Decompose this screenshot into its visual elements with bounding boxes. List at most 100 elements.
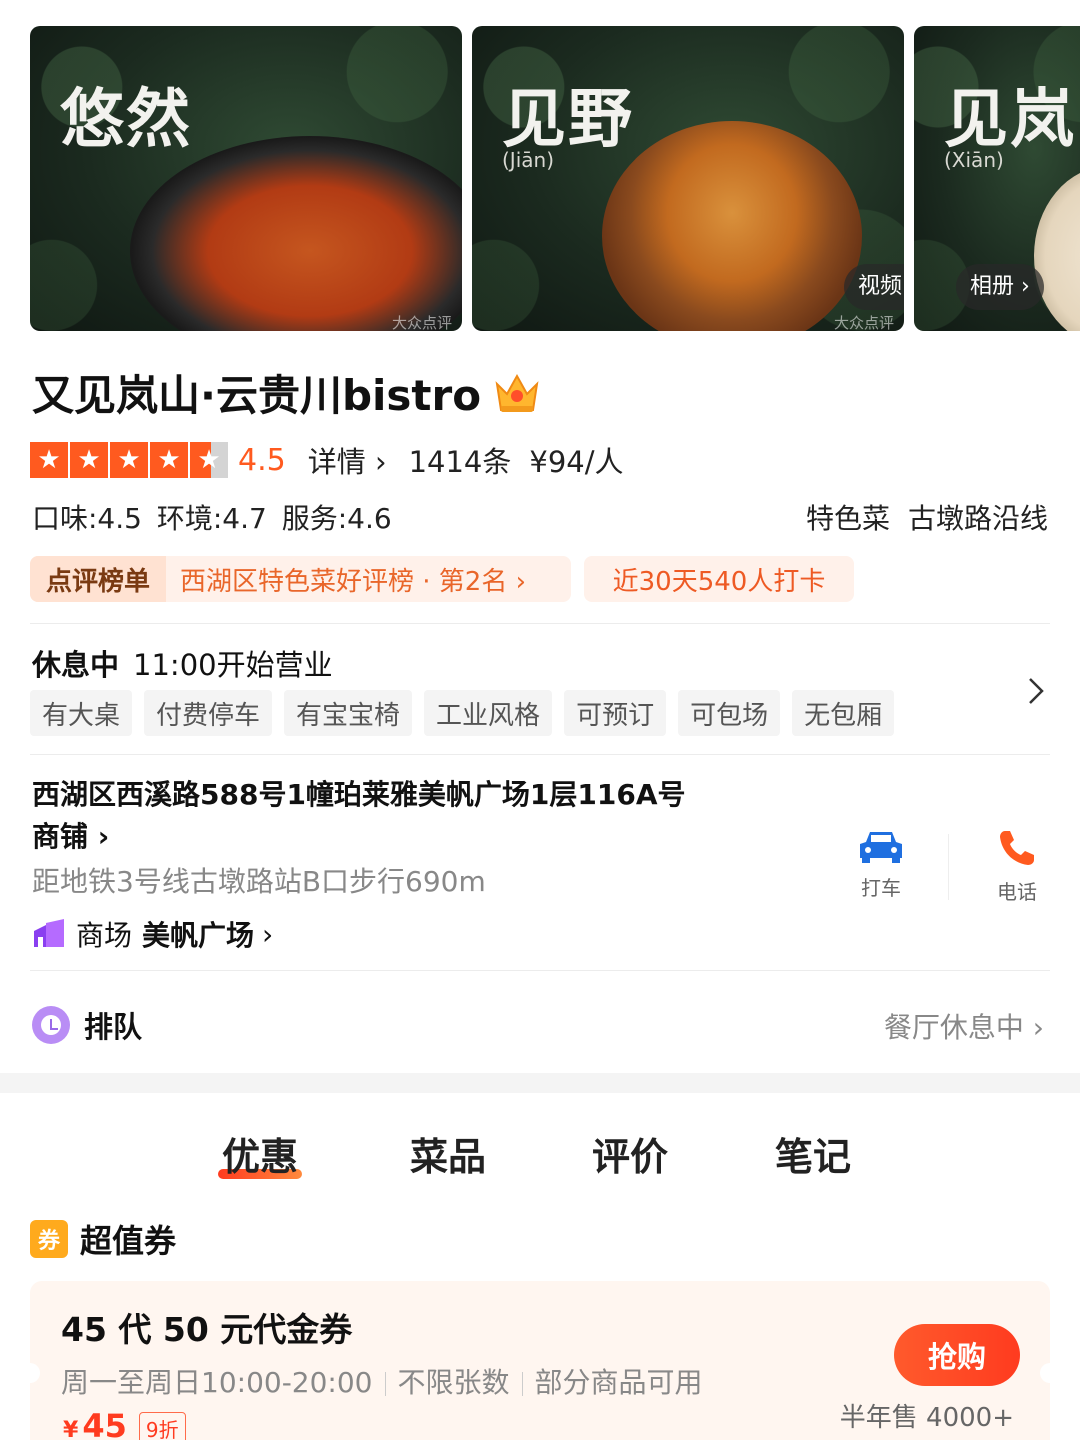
photo-watermark: 大众点评 bbox=[391, 314, 452, 331]
facility-tag: 付费停车 bbox=[144, 690, 273, 736]
queue-status-text: 餐厅休息中 bbox=[883, 1011, 1024, 1044]
currency-symbol: ¥ bbox=[63, 1418, 79, 1440]
coupon-meta: 周一至周日10:00-20:00 不限张数 部分商品可用 bbox=[61, 1361, 703, 1401]
sold-count: 半年售 4000+ bbox=[839, 1403, 1014, 1433]
photo-watermark: 大众点评 bbox=[833, 314, 894, 331]
details-link[interactable]: 详情 › bbox=[308, 439, 387, 481]
separator bbox=[384, 1372, 386, 1396]
tab-deals[interactable]: 优惠 bbox=[217, 1126, 303, 1181]
car-icon bbox=[860, 832, 902, 863]
coupon-section-title: 券 超值券 bbox=[30, 1216, 176, 1262]
mall-name: 美帆广场 bbox=[142, 919, 255, 952]
divider bbox=[30, 754, 1050, 755]
coupon-card[interactable]: 45 代 50 元代金券 周一至周日10:00-20:00 不限张数 部分商品可用 … bbox=[30, 1281, 1050, 1440]
mall-label: 商场 bbox=[76, 919, 133, 952]
chevron-right-icon: › bbox=[1021, 274, 1030, 299]
coupon-limit: 不限张数 bbox=[397, 1366, 510, 1399]
avg-price: ¥94/人 bbox=[529, 445, 624, 479]
facility-tag: 可包场 bbox=[678, 690, 781, 736]
album-button[interactable]: 相册 › bbox=[956, 264, 1044, 310]
address-line-1: 西湖区西溪路588号1幢珀莱雅美帆广场1层116A号 bbox=[32, 778, 686, 811]
shop-tags: 特色菜 古墩路沿线 bbox=[806, 497, 1048, 537]
review-count[interactable]: 1414条 bbox=[409, 439, 512, 481]
chevron-right-icon[interactable] bbox=[1026, 676, 1046, 706]
half-star-icon: ★ bbox=[190, 442, 228, 478]
shop-tag: 特色菜 bbox=[805, 502, 890, 535]
chevron-right-icon: › bbox=[262, 917, 274, 951]
star-icon: ★ bbox=[110, 442, 148, 478]
separator bbox=[521, 1372, 523, 1396]
facility-tag: 可预订 bbox=[564, 690, 667, 736]
tab-dishes[interactable]: 菜品 bbox=[410, 1126, 486, 1181]
star-icon: ★ bbox=[150, 442, 188, 478]
coupon-scope: 部分商品可用 bbox=[534, 1366, 703, 1399]
star-icon: ★ bbox=[30, 442, 68, 478]
details-label: 详情 bbox=[307, 445, 366, 479]
video-button[interactable]: 视频 › bbox=[844, 264, 904, 310]
facility-tag: 有宝宝椅 bbox=[284, 690, 413, 736]
photo-gallery[interactable]: 悠然 大众点评 见野 (Jiān) 大众点评 视频 › 见岚 (Xiān) 相册… bbox=[30, 26, 1080, 331]
phone-icon bbox=[1000, 831, 1034, 865]
queue-label: 排队 bbox=[84, 1010, 143, 1044]
price-value: 45 bbox=[82, 1407, 127, 1440]
address-link[interactable]: 西湖区西溪路588号1幢珀莱雅美帆广场1层116A号 商铺 › bbox=[32, 774, 752, 858]
open-time: 11:00开始营业 bbox=[133, 648, 333, 682]
buy-button[interactable]: 抢购 bbox=[894, 1324, 1020, 1386]
gallery-photo-2[interactable]: 见野 (Jiān) 大众点评 视频 › bbox=[472, 26, 904, 331]
coupon-title: 45 代 50 元代金券 bbox=[61, 1310, 353, 1349]
taxi-label: 打车 bbox=[861, 876, 901, 900]
coupon-time: 周一至周日10:00-20:00 bbox=[61, 1366, 373, 1399]
checkin-badge[interactable]: 近30天540人打卡 bbox=[584, 556, 854, 602]
coupon-icon: 券 bbox=[30, 1220, 68, 1258]
ranking-text-value: 西湖区特色菜好评榜 · 第2名 bbox=[180, 566, 508, 597]
gallery-photo-3[interactable]: 见岚 (Xiān) 相册 › bbox=[914, 26, 1080, 331]
discount-badge: 9折 bbox=[138, 1412, 186, 1440]
coupon-section-label: 超值券 bbox=[80, 1222, 177, 1260]
gallery-photo-1[interactable]: 悠然 大众点评 bbox=[30, 26, 462, 331]
queue-row[interactable]: 排队 bbox=[32, 1004, 142, 1046]
photo-title: 见岚 bbox=[944, 82, 1076, 157]
facility-tags: 有大桌 付费停车 有宝宝椅 工业风格 可预订 可包场 无包厢 bbox=[30, 690, 895, 736]
shop-tag: 古墩路沿线 bbox=[907, 502, 1048, 535]
facility-tag: 工业风格 bbox=[424, 690, 553, 736]
business-status: 休息中 11:00开始营业 bbox=[32, 642, 333, 684]
facility-tag: 有大桌 bbox=[30, 690, 133, 736]
photo-title: 见野 bbox=[502, 82, 634, 157]
divider bbox=[30, 970, 1050, 971]
status-state: 休息中 bbox=[32, 648, 120, 682]
phone-button[interactable]: 电话 bbox=[972, 828, 1062, 905]
sub-scores: 口味:4.5 环境:4.7 服务:4.6 bbox=[32, 502, 392, 535]
mall-icon bbox=[34, 919, 64, 947]
ranking-text: 西湖区特色菜好评榜 · 第2名 › bbox=[180, 566, 527, 597]
mall-link[interactable]: 商场 美帆广场 › bbox=[32, 914, 273, 954]
video-label: 视频 bbox=[858, 274, 903, 299]
address-line-2-wrap: 商铺 › bbox=[32, 820, 110, 853]
shop-name-text: 又见岚山·云贵川bistro bbox=[32, 371, 482, 420]
shop-name: 又见岚山·云贵川bistro bbox=[32, 362, 543, 423]
rating-score: 4.5 bbox=[238, 442, 286, 478]
phone-label: 电话 bbox=[997, 880, 1037, 904]
star-icon: ★ bbox=[70, 442, 108, 478]
ranking-badge[interactable]: 点评榜单 西湖区特色菜好评榜 · 第2名 › bbox=[30, 556, 571, 602]
tab-reviews[interactable]: 评价 bbox=[592, 1126, 668, 1181]
album-label: 相册 bbox=[970, 274, 1015, 299]
photo-title: 悠然 bbox=[60, 82, 192, 157]
coupon-price: ¥ 45 9折 bbox=[63, 1407, 186, 1440]
ranking-title: 点评榜单 bbox=[30, 556, 167, 602]
facility-tag: 无包厢 bbox=[792, 690, 895, 736]
section-separator bbox=[0, 1073, 1080, 1093]
photo-pinyin: (Jiān) bbox=[502, 148, 554, 172]
clock-icon bbox=[32, 1006, 70, 1044]
queue-status[interactable]: 餐厅休息中 › bbox=[884, 1006, 1044, 1046]
divider bbox=[30, 623, 1050, 624]
taxi-button[interactable]: 打车 bbox=[836, 828, 926, 901]
crown-icon bbox=[495, 373, 539, 412]
tab-notes[interactable]: 笔记 bbox=[775, 1126, 851, 1181]
metro-distance: 距地铁3号线古墩路站B口步行690m bbox=[32, 865, 486, 898]
address-line-2: 商铺 bbox=[32, 820, 89, 853]
rating-row[interactable]: ★ ★ ★ ★ ★ 4.5 详情 › 1414条 ¥94/人 bbox=[30, 440, 624, 480]
photo-pinyin: (Xiān) bbox=[944, 148, 1004, 172]
star-rating: ★ ★ ★ ★ ★ bbox=[30, 442, 228, 478]
divider bbox=[948, 834, 949, 900]
tab-bar: 优惠 菜品 评价 笔记 bbox=[0, 1126, 1080, 1186]
